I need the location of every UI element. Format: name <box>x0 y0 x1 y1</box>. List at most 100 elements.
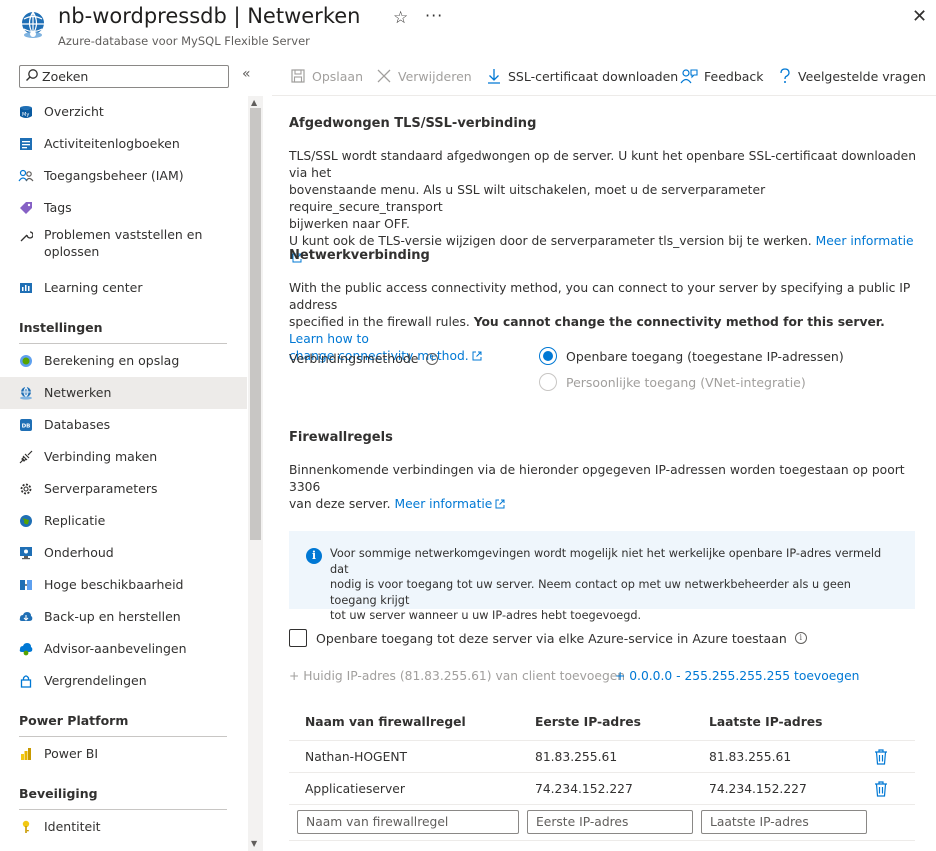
sidebar-item-backup[interactable]: Back-up en herstellen <box>0 601 247 633</box>
sidebar-item-label: Tags <box>44 200 72 215</box>
firewall-heading: Firewallregels <box>289 430 393 445</box>
sidebar-item-berekening[interactable]: Berekening en opslag <box>0 345 247 377</box>
new-rule-start-ip-input[interactable]: Eerste IP-adres <box>527 810 693 834</box>
download-ssl-button[interactable]: SSL-certificaat downloaden <box>486 64 678 88</box>
allow-azure-services-checkbox[interactable]: Openbare toegang tot deze server via elk… <box>289 629 807 647</box>
faq-button[interactable]: Veelgestelde vragen <box>778 64 926 88</box>
svg-text:My: My <box>22 112 29 118</box>
scroll-up-arrow-icon[interactable]: ▲ <box>251 98 257 107</box>
sidebar-item-onderhoud[interactable]: Onderhoud <box>0 537 247 569</box>
column-header-start-ip: Eerste IP-adres <box>535 715 641 729</box>
firewall-line1: Binnenkomende verbindingen via de hieron… <box>289 463 905 494</box>
sidebar-item-learning-center[interactable]: Learning center <box>0 272 247 304</box>
learn-connectivity-link-part1[interactable]: Learn how to <box>289 332 369 346</box>
sidebar-item-label: Verbinding maken <box>44 449 158 464</box>
lock-icon <box>18 673 34 689</box>
sidebar-search-input[interactable]: Zoeken <box>19 65 229 88</box>
firewall-description: Binnenkomende verbindingen via de hieron… <box>289 462 919 513</box>
sidebar-item-power-bi[interactable]: Power BI <box>0 738 247 770</box>
radio-public-access[interactable]: Openbare toegang (toegestane IP-adressen… <box>539 347 844 365</box>
sidebar-scrollbar-thumb[interactable] <box>250 108 261 540</box>
info-message-box: i Voor sommige netwerkomgevingen wordt m… <box>289 531 915 622</box>
sidebar-item-label: Hoge beschikbaarheid <box>44 577 184 592</box>
firewall-more-info-link[interactable]: Meer informatie <box>394 497 505 511</box>
column-header-name: Naam van firewallregel <box>305 715 466 729</box>
compute-icon <box>18 353 34 369</box>
advisor-icon <box>18 641 34 657</box>
radio-private-label: Persoonlijke toegang (VNet-integratie) <box>566 374 806 390</box>
add-client-ip-link[interactable]: + Huidig IP-adres (81.83.255.61) van cli… <box>289 669 625 683</box>
save-button[interactable]: Opslaan <box>290 64 363 88</box>
tls-line1: TLS/SSL wordt standaard afgedwongen op d… <box>289 149 917 180</box>
learning-icon <box>18 280 34 296</box>
network-line2b: You cannot change the connectivity metho… <box>473 315 885 329</box>
search-placeholder: Zoeken <box>42 69 89 84</box>
key-icon <box>18 819 34 835</box>
sidebar-item-overzicht[interactable]: My Overzicht <box>0 96 247 128</box>
allow-azure-label: Openbare toegang tot deze server via elk… <box>316 630 787 646</box>
sidebar-item-activiteitenlogboeken[interactable]: Activiteitenlogboeken <box>0 128 247 160</box>
new-rule-name-input[interactable]: Naam van firewallregel <box>297 810 519 834</box>
sidebar-item-label: Problemen vaststellen en <box>44 227 203 242</box>
download-icon <box>488 69 500 84</box>
question-icon <box>780 68 790 83</box>
sidebar-item-iam[interactable]: Toegangsbeheer (IAM) <box>0 160 247 192</box>
feedback-icon <box>680 69 698 84</box>
delete-button[interactable]: Verwijderen <box>376 64 472 88</box>
info-icon[interactable]: i <box>426 352 439 365</box>
toolbar-divider <box>272 95 936 96</box>
page-subtitle: Azure-database voor MySQL Flexible Serve… <box>58 34 310 48</box>
sidebar-item-label: Serverparameters <box>44 481 158 496</box>
sidebar-item-vergrendelingen[interactable]: Vergrendelingen <box>0 665 247 697</box>
sidebar-item-verbinding-maken[interactable]: Verbinding maken <box>0 441 247 473</box>
divider <box>19 736 227 737</box>
row-divider <box>289 740 915 741</box>
radio-circle <box>539 347 557 365</box>
more-options-icon[interactable]: ··· <box>425 6 443 25</box>
firewall-more-info-label: Meer informatie <box>394 497 493 511</box>
network-icon <box>18 385 34 401</box>
sidebar-item-serverparameters[interactable]: Serverparameters <box>0 473 247 505</box>
table-row-name: Applicatieserver <box>305 782 405 796</box>
info-line3: tot uw server wanneer u uw IP-adres hebt… <box>330 609 642 622</box>
close-icon[interactable]: ✕ <box>912 6 927 27</box>
info-icon[interactable]: i <box>794 632 807 644</box>
new-rule-name-placeholder: Naam van firewallregel <box>306 815 449 829</box>
tag-icon <box>18 200 34 216</box>
sidebar-item-label: Back-up en herstellen <box>44 609 181 624</box>
tls-heading: Afgedwongen TLS/SSL-verbinding <box>289 116 537 131</box>
radio-dot <box>543 351 553 361</box>
sidebar-item-label: Replicatie <box>44 513 106 528</box>
scroll-down-arrow-icon[interactable]: ▼ <box>251 839 257 848</box>
tls-line3: bijwerken naar OFF. <box>289 217 410 231</box>
trash-icon[interactable] <box>874 749 888 765</box>
sidebar-item-replicatie[interactable]: Replicatie <box>0 505 247 537</box>
row-divider <box>289 772 915 773</box>
sidebar-item-tags[interactable]: Tags <box>0 192 247 224</box>
sidebar-item-advisor[interactable]: Advisor-aanbevelingen <box>0 633 247 665</box>
new-rule-end-ip-input[interactable]: Laatste IP-adres <box>701 810 867 834</box>
page-title: nb-wordpressdb | Netwerken <box>58 4 361 28</box>
plug-icon <box>18 449 34 465</box>
collapse-sidebar-icon[interactable]: « <box>242 66 251 82</box>
favorite-star-icon[interactable]: ☆ <box>393 8 408 28</box>
trash-icon[interactable] <box>874 781 888 797</box>
sidebar-item-netwerken[interactable]: Netwerken <box>0 377 247 409</box>
sidebar-item-databases[interactable]: DB Databases <box>0 409 247 441</box>
sidebar-item-identiteit[interactable]: Identiteit <box>0 811 247 843</box>
table-row-end-ip: 74.234.152.227 <box>709 782 807 796</box>
feedback-button[interactable]: Feedback <box>680 64 764 88</box>
sidebar-item-label: Overzicht <box>44 104 104 119</box>
powerbi-icon <box>18 746 34 762</box>
table-row-start-ip: 74.234.152.227 <box>535 782 633 796</box>
sidebar-item-hoge-beschikbaarheid[interactable]: Hoge beschikbaarheid <box>0 569 247 601</box>
section-heading-power-platform: Power Platform <box>19 713 129 728</box>
log-icon <box>18 136 34 152</box>
mysql-icon: My <box>18 104 34 120</box>
network-line1: With the public access connectivity meth… <box>289 281 911 312</box>
radio-private-access[interactable]: Persoonlijke toegang (VNet-integratie) <box>539 373 806 391</box>
command-bar: Opslaan Verwijderen SSL-certificaat down… <box>280 64 930 88</box>
add-all-ips-link[interactable]: + 0.0.0.0 - 255.255.255.255 toevoegen <box>615 669 859 683</box>
sidebar-item-problemen[interactable]: Problemen vaststellen en oplossen <box>0 224 247 264</box>
row-divider <box>289 804 915 805</box>
